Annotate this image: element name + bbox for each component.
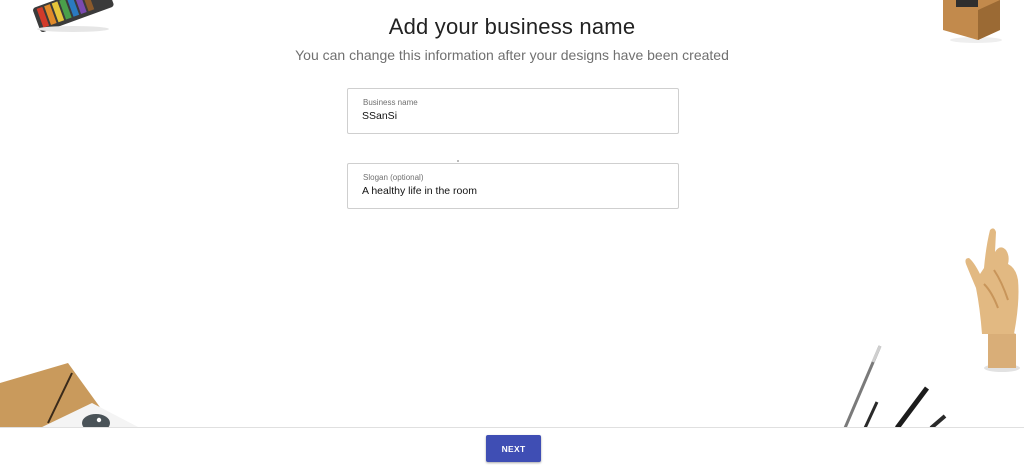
business-name-field[interactable]: Business name	[347, 88, 679, 134]
business-name-label: Business name	[363, 98, 418, 107]
wooden-hand-decoration	[965, 228, 1020, 372]
next-button[interactable]: NEXT	[486, 435, 541, 462]
footer-bar: NEXT	[0, 427, 1024, 465]
page-subtitle: You can change this information after yo…	[295, 47, 729, 63]
page-title: Add your business name	[388, 14, 636, 39]
slogan-field[interactable]: Slogan (optional)	[347, 163, 679, 209]
slogan-label: Slogan (optional)	[363, 173, 424, 182]
divider-dot	[457, 160, 459, 162]
pens-decoration	[843, 345, 947, 428]
notebook-decoration	[0, 363, 140, 428]
slogan-input[interactable]	[362, 185, 662, 197]
business-name-input[interactable]	[362, 110, 662, 122]
